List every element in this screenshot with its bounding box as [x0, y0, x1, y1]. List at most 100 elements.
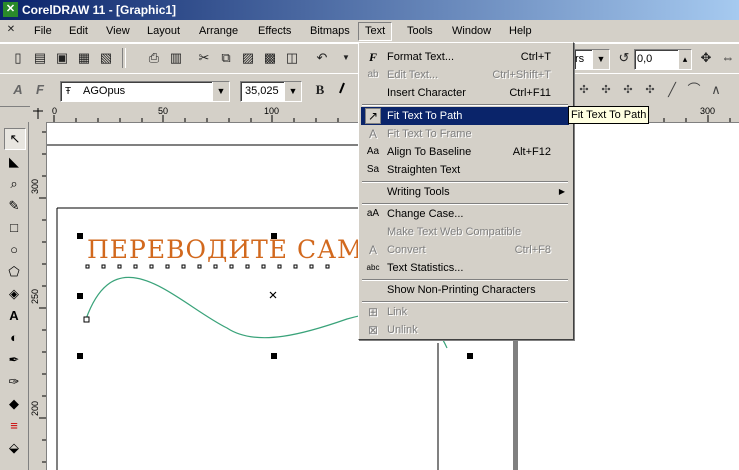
- interactive-fill-tool-icon[interactable]: ≡: [4, 416, 24, 436]
- import-icon[interactable]: ▧: [96, 48, 116, 68]
- menu-bitmaps[interactable]: Bitmaps: [304, 23, 356, 40]
- print-preview-icon[interactable]: ⎙: [144, 48, 164, 68]
- selection-handle[interactable]: [271, 353, 277, 359]
- polygon-tool-icon[interactable]: ⬠: [4, 262, 24, 282]
- ruler-tick-label: 200: [30, 400, 40, 416]
- text-tool-icon[interactable]: A: [4, 306, 24, 326]
- chevron-down-icon[interactable]: ▼: [592, 50, 609, 69]
- fit-text-to-frame-icon: A: [368, 127, 377, 141]
- interactive-blend-tool-icon[interactable]: ◐: [4, 328, 24, 348]
- ruler-origin[interactable]: [30, 106, 46, 122]
- menu-item-straighten-text[interactable]: Sa Straighten Text: [361, 161, 569, 179]
- node-edit-icon[interactable]: ✣: [574, 80, 594, 100]
- ellipse-tool-icon[interactable]: ○: [4, 240, 24, 260]
- cusp-node-icon[interactable]: ∧: [706, 80, 726, 100]
- undo-dropdown-icon[interactable]: ▼: [336, 48, 356, 68]
- line-segment-icon[interactable]: ╱: [662, 80, 682, 100]
- link-icon: ⊞: [367, 305, 379, 319]
- mirror-icon[interactable]: ⇔: [718, 48, 738, 68]
- menu-item-make-text-web-compatible[interactable]: Make Text Web Compatible: [361, 223, 569, 241]
- menu-item-link[interactable]: ⊞ Link: [361, 303, 569, 321]
- menu-window[interactable]: Window: [446, 23, 497, 40]
- ruler-tick-label: 300: [30, 178, 40, 194]
- font-name-combo[interactable]: Ŧ AGOpus ▼: [60, 81, 230, 102]
- menu-item-insert-character[interactable]: Insert Character Ctrl+F11: [361, 84, 569, 102]
- selection-handle[interactable]: [77, 353, 83, 359]
- print-icon[interactable]: ▦: [74, 48, 94, 68]
- menu-edit[interactable]: Edit: [63, 23, 94, 40]
- clipboard-icon[interactable]: ▥: [166, 48, 186, 68]
- artistic-text-icon[interactable]: A: [8, 80, 28, 100]
- menu-item-fit-text-to-frame[interactable]: A Fit Text To Frame: [361, 125, 569, 143]
- menu-arrange[interactable]: Arrange: [193, 23, 244, 40]
- fill-tool-icon[interactable]: ◆: [4, 394, 24, 414]
- menu-item-edit-text[interactable]: ab Edit Text... Ctrl+Shift+T: [361, 66, 569, 84]
- menu-layout[interactable]: Layout: [141, 23, 186, 40]
- vertical-ruler[interactable]: 300 250 200: [30, 122, 47, 470]
- node-join-icon[interactable]: ✣: [640, 80, 660, 100]
- zoom-tool-icon[interactable]: ⌕: [4, 174, 24, 194]
- menu-tools[interactable]: Tools: [401, 23, 439, 40]
- submenu-arrow-icon: ▶: [558, 187, 565, 196]
- copy-icon[interactable]: ⧉: [216, 48, 236, 68]
- selection-handle[interactable]: [77, 233, 83, 239]
- open-icon[interactable]: ▤: [30, 48, 50, 68]
- shape-tool-icon[interactable]: ◣: [4, 152, 24, 172]
- page-shadow: [513, 333, 518, 470]
- menu-effects[interactable]: Effects: [252, 23, 297, 40]
- freehand-tool-icon[interactable]: ✎: [4, 196, 24, 216]
- truetype-icon: Ŧ: [65, 86, 72, 97]
- selection-handle[interactable]: [77, 293, 83, 299]
- menu-item-change-case[interactable]: aA Change Case...: [361, 205, 569, 223]
- chevron-down-icon[interactable]: ▼: [212, 82, 229, 101]
- menu-item-unlink[interactable]: ⊠ Unlink: [361, 321, 569, 339]
- undo-icon[interactable]: ↶: [312, 48, 332, 68]
- menu-item-format-text[interactable]: F Format Text... Ctrl+T: [361, 48, 569, 66]
- menu-item-text-statistics[interactable]: abc Text Statistics...: [361, 259, 569, 277]
- spin-icon[interactable]: ▴: [678, 50, 691, 69]
- export-icon[interactable]: ▩: [260, 48, 280, 68]
- menu-item-convert[interactable]: A Convert Ctrl+F8: [361, 241, 569, 259]
- menu-item-align-to-baseline[interactable]: Aa Align To Baseline Alt+F12: [361, 143, 569, 161]
- menu-text[interactable]: Text: [358, 22, 393, 41]
- unlink-icon: ⊠: [367, 323, 379, 337]
- menu-item-fit-text-to-path[interactable]: ↗ Fit Text To Path: [361, 107, 569, 125]
- format-text-icon[interactable]: F: [30, 80, 50, 100]
- outline-tool-icon[interactable]: ✑: [4, 372, 24, 392]
- move-icon[interactable]: ✥: [696, 48, 716, 68]
- pick-tool-icon[interactable]: ↖: [4, 128, 26, 150]
- menu-view[interactable]: View: [100, 23, 136, 40]
- ruler-tick-label: 300: [700, 106, 716, 116]
- bold-button[interactable]: B: [310, 80, 330, 100]
- tooltip: Fit Text To Path: [568, 106, 650, 124]
- paste-icon[interactable]: ▨: [238, 48, 258, 68]
- node-add-icon[interactable]: ✣: [596, 80, 616, 100]
- partial-combo[interactable]: rs ▼: [574, 49, 610, 70]
- menu-help[interactable]: Help: [503, 23, 538, 40]
- document-menu-icon[interactable]: ✕: [2, 21, 20, 39]
- ruler-tick-label: 250: [30, 288, 40, 304]
- rotation-input[interactable]: 0,0 ▴: [634, 49, 692, 70]
- menu-item-writing-tools[interactable]: Writing Tools ▶: [361, 183, 569, 201]
- convert-icon: A: [368, 243, 377, 257]
- mesh-fill-tool-icon[interactable]: ⬙: [4, 438, 24, 458]
- cut-icon[interactable]: ✂: [194, 48, 214, 68]
- menu-item-show-non-printing-characters[interactable]: Show Non-Printing Characters: [361, 281, 569, 299]
- text-statistics-icon: abc: [366, 263, 380, 272]
- chevron-down-icon[interactable]: ▼: [284, 82, 301, 101]
- artistic-text[interactable]: ПЕРЕВОДИТЕ САМИ: [87, 235, 386, 264]
- menu-file[interactable]: File: [28, 23, 58, 40]
- save-icon[interactable]: ▣: [52, 48, 72, 68]
- window-title: CorelDRAW 11 - [Graphic1]: [22, 3, 177, 17]
- italic-button[interactable]: [332, 80, 352, 100]
- node-delete-icon[interactable]: ✣: [618, 80, 638, 100]
- app-launcher-icon[interactable]: ◫: [282, 48, 302, 68]
- curve-segment-icon[interactable]: ⌒: [684, 80, 704, 100]
- selection-handle[interactable]: [467, 353, 473, 359]
- font-size-combo[interactable]: 35,025 ▼: [240, 81, 302, 102]
- title-bar: ✕ CorelDRAW 11 - [Graphic1]: [0, 0, 739, 20]
- new-document-icon[interactable]: ▯: [8, 48, 28, 68]
- eyedropper-tool-icon[interactable]: ✒: [4, 350, 24, 370]
- rectangle-tool-icon[interactable]: □: [4, 218, 24, 238]
- basic-shapes-tool-icon[interactable]: ◈: [4, 284, 24, 304]
